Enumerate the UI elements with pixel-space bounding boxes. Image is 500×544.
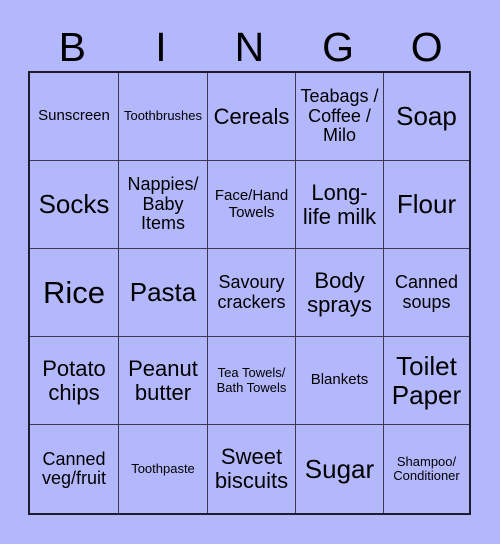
bingo-cell[interactable]: Nappies/ Baby Items [119,161,208,249]
bingo-cell[interactable]: Potato chips [30,337,119,425]
bingo-cell[interactable]: Tea Towels/ Bath Towels [208,337,296,425]
bingo-cell[interactable]: Toilet Paper [384,337,469,425]
bingo-cell-label: Tea Towels/ Bath Towels [216,365,287,395]
bingo-cell-label: Canned soups [394,272,459,312]
bingo-header: B I N G O [28,22,471,71]
bingo-cell-label: Flour [396,189,457,220]
bingo-cell[interactable]: Savoury crackers [208,249,296,337]
bingo-cell-label: Body sprays [307,267,372,317]
header-letter-o: O [410,23,443,70]
bingo-cell[interactable]: Soap [384,73,469,161]
bingo-cell[interactable]: Sunscreen [30,73,119,161]
bingo-cell[interactable]: Pasta [119,249,208,337]
bingo-cell[interactable]: Rice [30,249,119,337]
bingo-cell[interactable]: Cereals [208,73,296,161]
bingo-cell-label: Potato chips [42,355,106,405]
bingo-cell[interactable]: Teabags / Coffee / Milo [296,73,384,161]
bingo-cell-label: Long-life milk [302,179,377,229]
bingo-cell[interactable]: Sweet biscuits [208,425,296,513]
bingo-grid: Sunscreen Toothbrushes Cereals Teabags /… [28,71,471,515]
bingo-cell[interactable]: Shampoo/ Conditioner [384,425,469,513]
bingo-cell[interactable]: Toothpaste [119,425,208,513]
bingo-cell-label: Toothbrushes [123,108,203,124]
bingo-card: B I N G O Sunscreen Toothbrushes Cereals… [0,0,500,544]
bingo-cell[interactable]: Face/Hand Towels [208,161,296,249]
bingo-cell-label: Shampoo/ Conditioner [393,453,460,483]
bingo-cell-label: Savoury crackers [217,272,286,312]
bingo-cell-label: Face/Hand Towels [214,187,289,221]
bingo-cell[interactable]: Socks [30,161,119,249]
bingo-cell-label: Soap [396,101,457,132]
bingo-cell-label: Toilet Paper [391,351,462,410]
bingo-cell[interactable]: Canned veg/fruit [30,425,119,513]
bingo-cell[interactable]: Peanut butter [119,337,208,425]
bingo-cell-label: Cereals [213,103,290,129]
bingo-cell-label: Sugar [304,453,375,484]
bingo-cell-label: Rice [42,274,105,310]
bingo-cell[interactable]: Sugar [296,425,384,513]
bingo-cell-label: Canned veg/fruit [41,448,107,488]
bingo-cell[interactable]: Body sprays [296,249,384,337]
bingo-cell[interactable]: Flour [384,161,469,249]
bingo-cell[interactable]: Blankets [296,337,384,425]
bingo-cell-label: Socks [38,189,110,220]
bingo-cell-label: Blankets [310,371,369,389]
bingo-cell-label: Peanut butter [128,355,198,405]
header-letter-i: I [155,23,167,70]
bingo-cell-label: Sunscreen [38,107,110,125]
header-letter-n: N [234,23,265,70]
bingo-cell-label: Nappies/ Baby Items [127,174,199,234]
bingo-cell-label: Toothpaste [131,460,195,476]
bingo-cell-label: Teabags / Coffee / Milo [300,86,379,146]
header-letter-g: G [322,23,355,70]
bingo-cell-label: Pasta [129,277,197,308]
bingo-cell-label: Sweet biscuits [214,444,289,493]
bingo-cell[interactable]: Toothbrushes [119,73,208,161]
bingo-cell[interactable]: Canned soups [384,249,469,337]
header-letter-b: B [58,23,86,70]
bingo-cell[interactable]: Long-life milk [296,161,384,249]
